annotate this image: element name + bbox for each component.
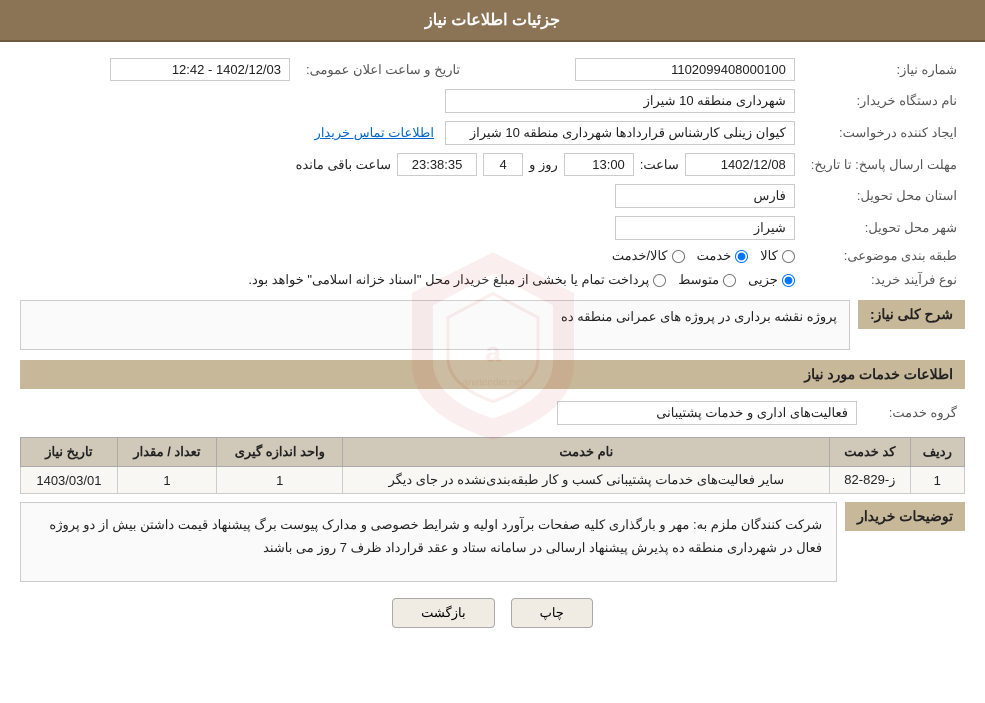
buyer-org-label: نام دستگاه خریدار: (803, 85, 965, 117)
cell-code: ز-829-82 (830, 467, 910, 494)
cell-qty: 1 (117, 467, 216, 494)
service-group-value: فعالیت‌های اداری و خدمات پشتیبانی (557, 401, 857, 425)
purchase-type-option-jozi[interactable]: جزیی (748, 272, 795, 288)
countdown-value: 23:38:35 (397, 153, 477, 176)
category-label-kala: کالا (760, 248, 778, 264)
col-header-code: کد خدمت (830, 438, 910, 467)
service-group-label: گروه خدمت: (865, 397, 965, 429)
category-option-kala[interactable]: کالا (760, 248, 795, 264)
cell-name: سایر فعالیت‌های خدمات پشتیبانی کسب و کار… (343, 467, 830, 494)
purchase-type-option-motavasset[interactable]: متوسط (678, 272, 736, 288)
category-option-kala-khedmat[interactable]: کالا/خدمت (612, 248, 685, 264)
need-number-value: 1102099408000100 (575, 58, 795, 81)
deadline-days-value: 4 (483, 153, 523, 176)
deadline-time-value: 13:00 (564, 153, 634, 176)
countdown-label: ساعت باقی مانده (296, 157, 391, 173)
category-radio-khedmat[interactable] (735, 250, 748, 263)
purchase-type-radio-jozi[interactable] (782, 274, 795, 287)
city-value: شیراز (615, 216, 795, 240)
category-option-khedmat[interactable]: خدمت (697, 248, 749, 264)
deadline-time-label: ساعت: (640, 157, 679, 173)
buyer-org-value: شهرداری منطقه 10 شیراز (445, 89, 795, 113)
announce-value: 1402/12/03 - 12:42 (110, 58, 290, 81)
service-group-table: گروه خدمت: فعالیت‌های اداری و خدمات پشتی… (20, 397, 965, 429)
category-label-khedmat: خدمت (697, 248, 732, 264)
category-radio-kala-khedmat[interactable] (672, 250, 685, 263)
buyer-notes-row: توضیحات خریدار شرکت کنندگان ملزم به: مهر… (20, 502, 965, 582)
back-button[interactable]: بازگشت (392, 598, 494, 628)
purchase-type-radio-group: جزیی متوسط پرداخت تمام یا بخشی از مبلغ خ… (28, 272, 795, 288)
category-radio-group: کالا خدمت کالا/خدمت (28, 248, 795, 264)
table-row: 1 ز-829-82 سایر فعالیت‌های خدمات پشتیبان… (21, 467, 965, 494)
category-label: طبقه بندی موضوعی: (803, 244, 965, 268)
general-desc-section-title: شرح کلی نیاز: (858, 300, 965, 329)
page-title: جزئیات اطلاعات نیاز (425, 12, 560, 29)
purchase-type-label-esnad: پرداخت تمام یا بخشی از مبلغ خریدار محل "… (248, 272, 649, 288)
purchase-type-label-jozi: جزیی (748, 272, 778, 288)
city-label: شهر محل تحویل: (803, 212, 965, 244)
general-desc-row: شرح کلی نیاز: پروژه نقشه برداری در پروژه… (20, 300, 965, 350)
category-radio-kala[interactable] (782, 250, 795, 263)
col-header-unit: واحد اندازه گیری (217, 438, 343, 467)
purchase-type-label-motavasset: متوسط (678, 272, 719, 288)
cell-unit: 1 (217, 467, 343, 494)
cell-row-num: 1 (910, 467, 964, 494)
general-desc-value: پروژه نقشه برداری در پروژه های عمرانی من… (20, 300, 850, 350)
purchase-type-radio-esnad[interactable] (653, 274, 666, 287)
creator-contact-link[interactable]: اطلاعات تماس خریدار (315, 125, 434, 140)
purchase-type-label: نوع فرآیند خرید: (803, 268, 965, 292)
announce-label: تاریخ و ساعت اعلان عمومی: (298, 54, 468, 85)
buyer-notes-value: شرکت کنندگان ملزم به: مهر و بارگذاری کلی… (20, 502, 837, 582)
province-label: استان محل تحویل: (803, 180, 965, 212)
buyer-notes-label: توضیحات خریدار (845, 502, 965, 531)
page-header: جزئیات اطلاعات نیاز (0, 0, 985, 42)
col-header-row: ردیف (910, 438, 964, 467)
main-info-table: شماره نیاز: 1102099408000100 تاریخ و ساع… (20, 54, 965, 292)
action-buttons-row: چاپ بازگشت (20, 598, 965, 628)
creator-label: ایجاد کننده درخواست: (803, 117, 965, 149)
category-label-kala-khedmat: کالا/خدمت (612, 248, 668, 264)
need-number-label: شماره نیاز: (803, 54, 965, 85)
creator-value: کیوان زینلی کارشناس قراردادها شهرداری من… (445, 121, 795, 145)
deadline-date-value: 1402/12/08 (685, 153, 795, 176)
services-section-title: اطلاعات خدمات مورد نیاز (20, 360, 965, 389)
deadline-days-label: روز و (529, 157, 558, 173)
services-table: ردیف کد خدمت نام خدمت واحد اندازه گیری ت… (20, 437, 965, 494)
col-header-date: تاریخ نیاز (21, 438, 118, 467)
col-header-qty: تعداد / مقدار (117, 438, 216, 467)
province-value: فارس (615, 184, 795, 208)
purchase-type-radio-motavasset[interactable] (723, 274, 736, 287)
purchase-type-option-esnad[interactable]: پرداخت تمام یا بخشی از مبلغ خریدار محل "… (248, 272, 666, 288)
deadline-label: مهلت ارسال پاسخ: تا تاریخ: (803, 149, 965, 180)
col-header-name: نام خدمت (343, 438, 830, 467)
cell-date: 1403/03/01 (21, 467, 118, 494)
print-button[interactable]: چاپ (511, 598, 593, 628)
